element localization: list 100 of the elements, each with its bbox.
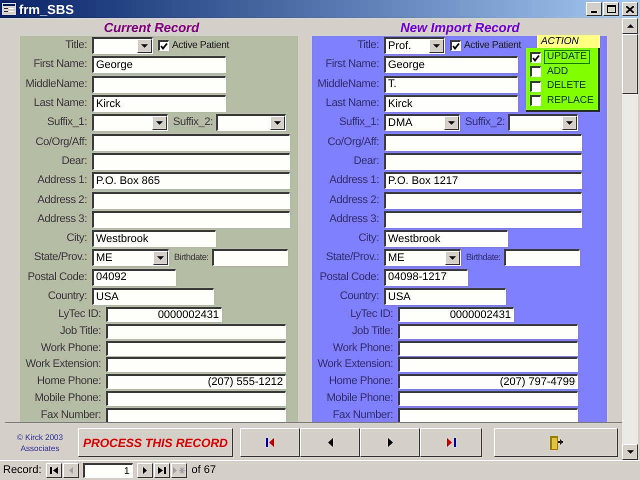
dropdown-button[interactable]: [444, 116, 459, 130]
scroll-up-button[interactable]: [622, 18, 638, 34]
caret-icon: [566, 121, 573, 126]
input-field[interactable]: George: [92, 56, 226, 74]
check-icon: [160, 42, 168, 50]
input-field[interactable]: [504, 249, 580, 266]
input-field[interactable]: [92, 210, 290, 228]
field-label: Address 1:: [328, 175, 380, 186]
scroll-thumb[interactable]: [622, 34, 638, 94]
input-field[interactable]: [106, 340, 286, 356]
dropdown-button[interactable]: [562, 116, 577, 130]
input-field[interactable]: Kirck: [92, 95, 226, 112]
input-field[interactable]: 04092: [92, 268, 176, 286]
record-nav-button[interactable]: [154, 463, 170, 478]
dropdown-button[interactable]: [137, 39, 152, 54]
input-field[interactable]: [106, 357, 286, 372]
dropdown-field[interactable]: [508, 114, 578, 132]
vertical-scrollbar[interactable]: [622, 18, 638, 460]
input-field[interactable]: 04098-1217: [384, 268, 468, 286]
new-record-icon: [172, 467, 185, 474]
dropdown-button[interactable]: [153, 251, 168, 266]
scroll-down-button[interactable]: [622, 444, 638, 460]
dropdown-field[interactable]: [92, 37, 153, 54]
dropdown-button[interactable]: [270, 116, 285, 130]
input-field[interactable]: [92, 152, 290, 170]
exit-button[interactable]: [494, 428, 618, 457]
input-field[interactable]: [398, 408, 578, 422]
input-field[interactable]: [106, 391, 286, 406]
input-field[interactable]: Westbrook: [92, 230, 216, 248]
navigation-button[interactable]: [240, 428, 300, 457]
input-field[interactable]: USA: [92, 288, 214, 305]
input-field[interactable]: [384, 134, 582, 151]
field-label: Suffix_1:: [46, 117, 88, 128]
input-field[interactable]: [384, 152, 582, 170]
caret-icon: [157, 256, 164, 260]
previous-icon: [328, 438, 332, 447]
first-record-icon: [266, 438, 274, 447]
input-field[interactable]: P.O. Box 865: [92, 172, 290, 190]
checkbox-label: Active Patient: [172, 40, 229, 51]
caret-icon: [156, 121, 163, 126]
checkbox[interactable]: [450, 40, 461, 52]
input-field[interactable]: USA: [384, 288, 506, 305]
field-label: Birthdate:: [174, 253, 209, 262]
checkbox[interactable]: [530, 80, 541, 92]
dropdown-field[interactable]: ME: [384, 249, 461, 266]
dropdown-button[interactable]: [429, 39, 444, 54]
input-field[interactable]: [92, 134, 290, 151]
field-label: Suffix_1:: [338, 117, 380, 128]
next-icon: [142, 467, 147, 474]
input-field[interactable]: [398, 357, 578, 372]
input-field[interactable]: George: [384, 56, 518, 74]
input-field[interactable]: [398, 391, 578, 406]
field-label: State/Prov.:: [32, 252, 88, 264]
dropdown-field[interactable]: DMA: [384, 114, 460, 132]
input-field[interactable]: [92, 76, 226, 93]
input-field[interactable]: P.O. Box 1217: [384, 172, 582, 190]
input-field[interactable]: Kirck: [384, 95, 518, 112]
checkbox[interactable]: [158, 40, 169, 52]
checkbox[interactable]: [530, 95, 541, 106]
input-field[interactable]: [92, 192, 290, 209]
record-nav-button[interactable]: [136, 463, 153, 478]
input-field[interactable]: T.: [384, 76, 518, 93]
input-field[interactable]: 0000002431: [106, 307, 222, 322]
section-heading: Current Record: [104, 20, 200, 34]
input-field[interactable]: [106, 408, 286, 422]
input-field[interactable]: 0000002431: [398, 307, 514, 322]
field-label: Address 1:: [36, 175, 88, 186]
input-field[interactable]: [212, 249, 288, 266]
record-number-field[interactable]: 1: [82, 463, 133, 478]
dropdown-button[interactable]: [152, 116, 167, 130]
input-field[interactable]: [106, 324, 286, 339]
maximize-button[interactable]: [603, 2, 619, 16]
input-field[interactable]: (207) 797-4799: [398, 374, 578, 390]
record-nav-button[interactable]: [46, 463, 62, 478]
dropdown-field[interactable]: [216, 114, 286, 132]
minimize-button[interactable]: [586, 2, 602, 16]
field-label: Home Phone:: [36, 376, 102, 388]
checkbox[interactable]: [530, 52, 541, 63]
dropdown-button[interactable]: [445, 251, 460, 266]
dropdown-field[interactable]: Prof.: [384, 37, 445, 54]
field-label: Job Title:: [350, 326, 394, 337]
navigation-button[interactable]: [360, 428, 420, 457]
navigation-button[interactable]: [300, 428, 360, 457]
input-field[interactable]: Westbrook: [384, 230, 508, 248]
field-label: MiddleName:: [316, 78, 380, 90]
dropdown-field[interactable]: [92, 114, 168, 132]
input-field[interactable]: (207) 555-1212: [106, 374, 286, 390]
copyright-text: © Kirck 2003 Associates: [16, 432, 64, 454]
field-label: Dear:: [352, 156, 380, 167]
input-field[interactable]: [384, 192, 582, 209]
input-field[interactable]: [398, 324, 578, 339]
close-button[interactable]: [622, 2, 638, 16]
field-label: First Name:: [324, 59, 380, 70]
field-label: Postal Code:: [26, 272, 88, 283]
checkbox[interactable]: [530, 66, 541, 78]
input-field[interactable]: [398, 340, 578, 356]
navigation-button[interactable]: [420, 428, 482, 457]
input-field[interactable]: [384, 210, 582, 228]
field-label: Last Name:: [32, 98, 88, 110]
dropdown-field[interactable]: ME: [92, 249, 169, 266]
